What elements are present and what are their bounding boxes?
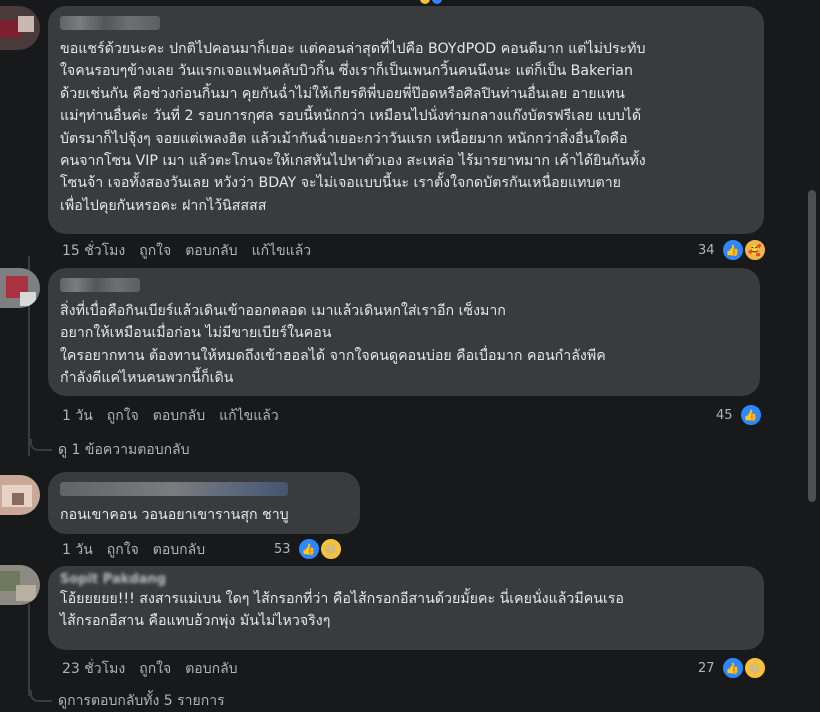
reaction-summary[interactable]: 34 👍 🥰 [698,238,767,262]
comment-actions: 15 ชั่วโมง ถูกใจ ตอบกลับ แก้ไขแล้ว [62,240,311,262]
comment-bubble: กอนเขาคอน วอนอยาเขารานสุก ชาบู [48,472,360,534]
reaction-count: 53 [274,541,291,557]
like-icon: 👍 [296,537,321,561]
comment-text: กอนเขาคอน วอนอยาเขารานสุก ชาบู [60,507,289,523]
comment-time[interactable]: 15 ชั่วโมง [62,240,125,262]
comment-text: สิ่งที่เบื่อคือกินเบียร์แล้วเดินเข้าออกต… [60,303,606,387]
like-icon: 👍 [720,238,745,262]
author-name-redacted[interactable] [60,16,160,30]
like-icon: 👍 [738,403,763,427]
reply-button[interactable]: ตอบกลับ [153,539,205,561]
reaction-count: 27 [698,660,715,676]
reaction-summary[interactable]: 53 👍 😆 [274,537,343,561]
author-name-redacted[interactable] [60,278,140,292]
like-icon: 👍 [720,656,745,680]
author-name[interactable]: Sopit Pakdang [60,572,752,588]
avatar[interactable] [0,6,40,50]
love-icon: 🥰 [742,238,767,262]
like-button[interactable]: ถูกใจ [139,240,171,262]
comment-bubble: Sopit Pakdang โอ้ยยยยย!!! สงสารแม่เบน ใด… [48,566,764,650]
scrollbar-thumb[interactable] [808,190,816,502]
haha-icon: 😆 [742,656,767,680]
comment-text: โอ้ยยยยย!!! สงสารแม่เบน ใดๆ ไส้กรอกที่ว่… [60,591,624,630]
comment-time[interactable]: 23 ชั่วโมง [62,658,125,680]
reply-button[interactable]: ตอบกลับ [185,240,237,262]
comment-bubble: ขอแชร์ด้วยนะคะ ปกติไปคอนมาก็เยอะ แต่คอนล… [48,6,764,234]
reply-button[interactable]: ตอบกลับ [185,658,237,680]
reply-button[interactable]: ตอบกลับ [153,405,205,427]
avatar[interactable] [0,475,40,515]
like-button[interactable]: ถูกใจ [107,405,139,427]
view-replies-link[interactable]: ดู 1 ข้อความตอบกลับ [30,439,190,461]
reaction-count: 34 [698,242,715,258]
reaction-summary[interactable]: 27 👍 😆 [698,656,767,680]
avatar[interactable] [0,565,40,605]
comment-time[interactable]: 1 วัน [62,539,93,561]
reaction-summary[interactable]: 45 👍 [716,403,763,427]
reply-connector [30,690,52,702]
avatar[interactable] [0,268,40,308]
comment-actions: 1 วัน ถูกใจ ตอบกลับ [62,539,205,561]
view-all-replies-text[interactable]: ดูการตอบกลับทั้ง 5 รายการ [58,690,225,712]
comment-bubble: สิ่งที่เบื่อคือกินเบียร์แล้วเดินเข้าออกต… [48,268,760,396]
comment-time[interactable]: 1 วัน [62,405,93,427]
comment-text: ขอแชร์ด้วยนะคะ ปกติไปคอนมาก็เยอะ แต่คอนล… [60,41,646,214]
reaction-count: 45 [716,407,733,423]
comment-actions: 1 วัน ถูกใจ ตอบกลับ แก้ไขแล้ว [62,405,279,427]
reply-connector [30,439,52,451]
edited-label[interactable]: แก้ไขแล้ว [252,240,312,262]
author-name-redacted[interactable] [60,482,288,496]
like-button[interactable]: ถูกใจ [139,658,171,680]
comment-actions: 23 ชั่วโมง ถูกใจ ตอบกลับ [62,658,238,680]
view-replies-text[interactable]: ดู 1 ข้อความตอบกลับ [58,439,190,461]
thread-line [28,604,30,696]
edited-label[interactable]: แก้ไขแล้ว [219,405,279,427]
like-button[interactable]: ถูกใจ [107,539,139,561]
view-all-replies-link[interactable]: ดูการตอบกลับทั้ง 5 รายการ [30,690,225,712]
haha-icon: 😆 [318,537,343,561]
